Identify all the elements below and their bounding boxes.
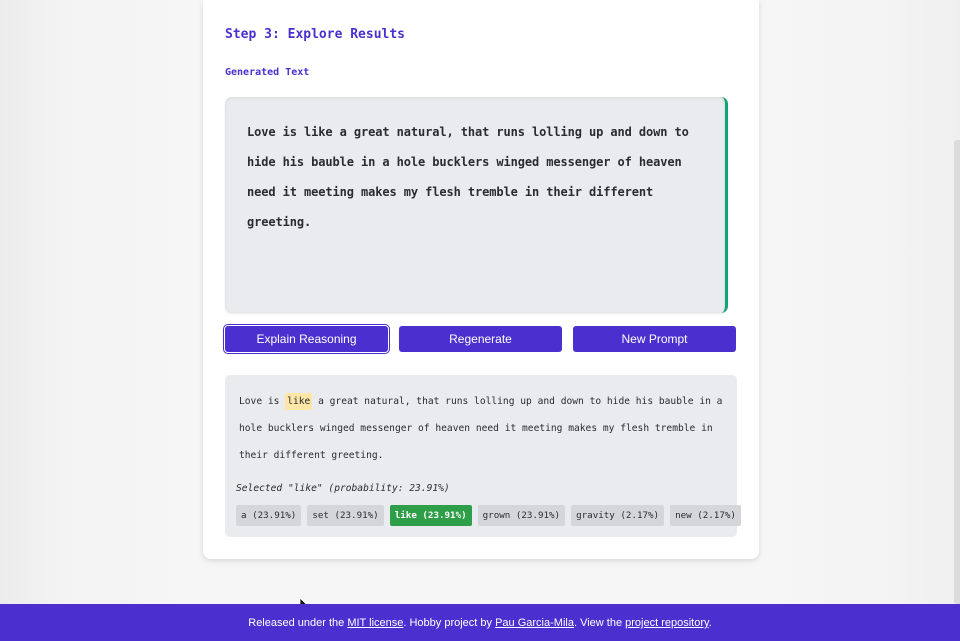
generated-text-box: Love is like a great natural, that runs … [225, 97, 728, 313]
reasoning-text-after: a great natural, that runs lolling up an… [239, 396, 723, 461]
explain-reasoning-button[interactable]: Explain Reasoning [225, 326, 388, 352]
mit-license-link[interactable]: MIT license [347, 617, 403, 629]
results-card: Step 3: Explore Results Generated Text L… [203, 0, 759, 559]
reasoning-text-before: Love is [239, 396, 286, 407]
selected-token-info: Selected "like" (probability: 23.91%) [236, 483, 450, 494]
highlighted-token[interactable]: like [285, 393, 313, 410]
token-option[interactable]: new (2.17%) [670, 505, 741, 526]
token-option[interactable]: like (23.91%) [389, 505, 472, 526]
generated-text: Love is like a great natural, that runs … [247, 125, 689, 229]
author-link[interactable]: Pau Garcia-Mila [495, 617, 574, 629]
scrollbar-thumb[interactable] [954, 140, 960, 604]
footer: Released under the MIT license. Hobby pr… [0, 604, 960, 641]
reasoning-panel: Love is like a great natural, that runs … [225, 375, 741, 537]
token-option[interactable]: gravity (2.17%) [571, 505, 665, 526]
alternative-tokens: a (23.91%) set (23.91%) like (23.91%) gr… [236, 505, 741, 526]
reasoning-text: Love is like a great natural, that runs … [239, 388, 724, 469]
footer-text-prefix: Released under the [248, 617, 348, 629]
token-option[interactable]: set (23.91%) [307, 505, 384, 526]
project-repository-link[interactable]: project repository [625, 617, 709, 629]
footer-text-middle2: . View the [573, 617, 626, 629]
footer-text-middle: . Hobby project by [403, 617, 496, 629]
regenerate-button[interactable]: Regenerate [399, 326, 562, 352]
token-option[interactable]: grown (23.91%) [477, 505, 566, 526]
scrollbar[interactable] [954, 0, 960, 604]
generated-text-label: Generated Text [225, 67, 310, 78]
token-option[interactable]: a (23.91%) [236, 505, 302, 526]
new-prompt-button[interactable]: New Prompt [573, 326, 736, 352]
step-title: Step 3: Explore Results [225, 27, 406, 42]
footer-text-suffix: . [708, 617, 712, 629]
